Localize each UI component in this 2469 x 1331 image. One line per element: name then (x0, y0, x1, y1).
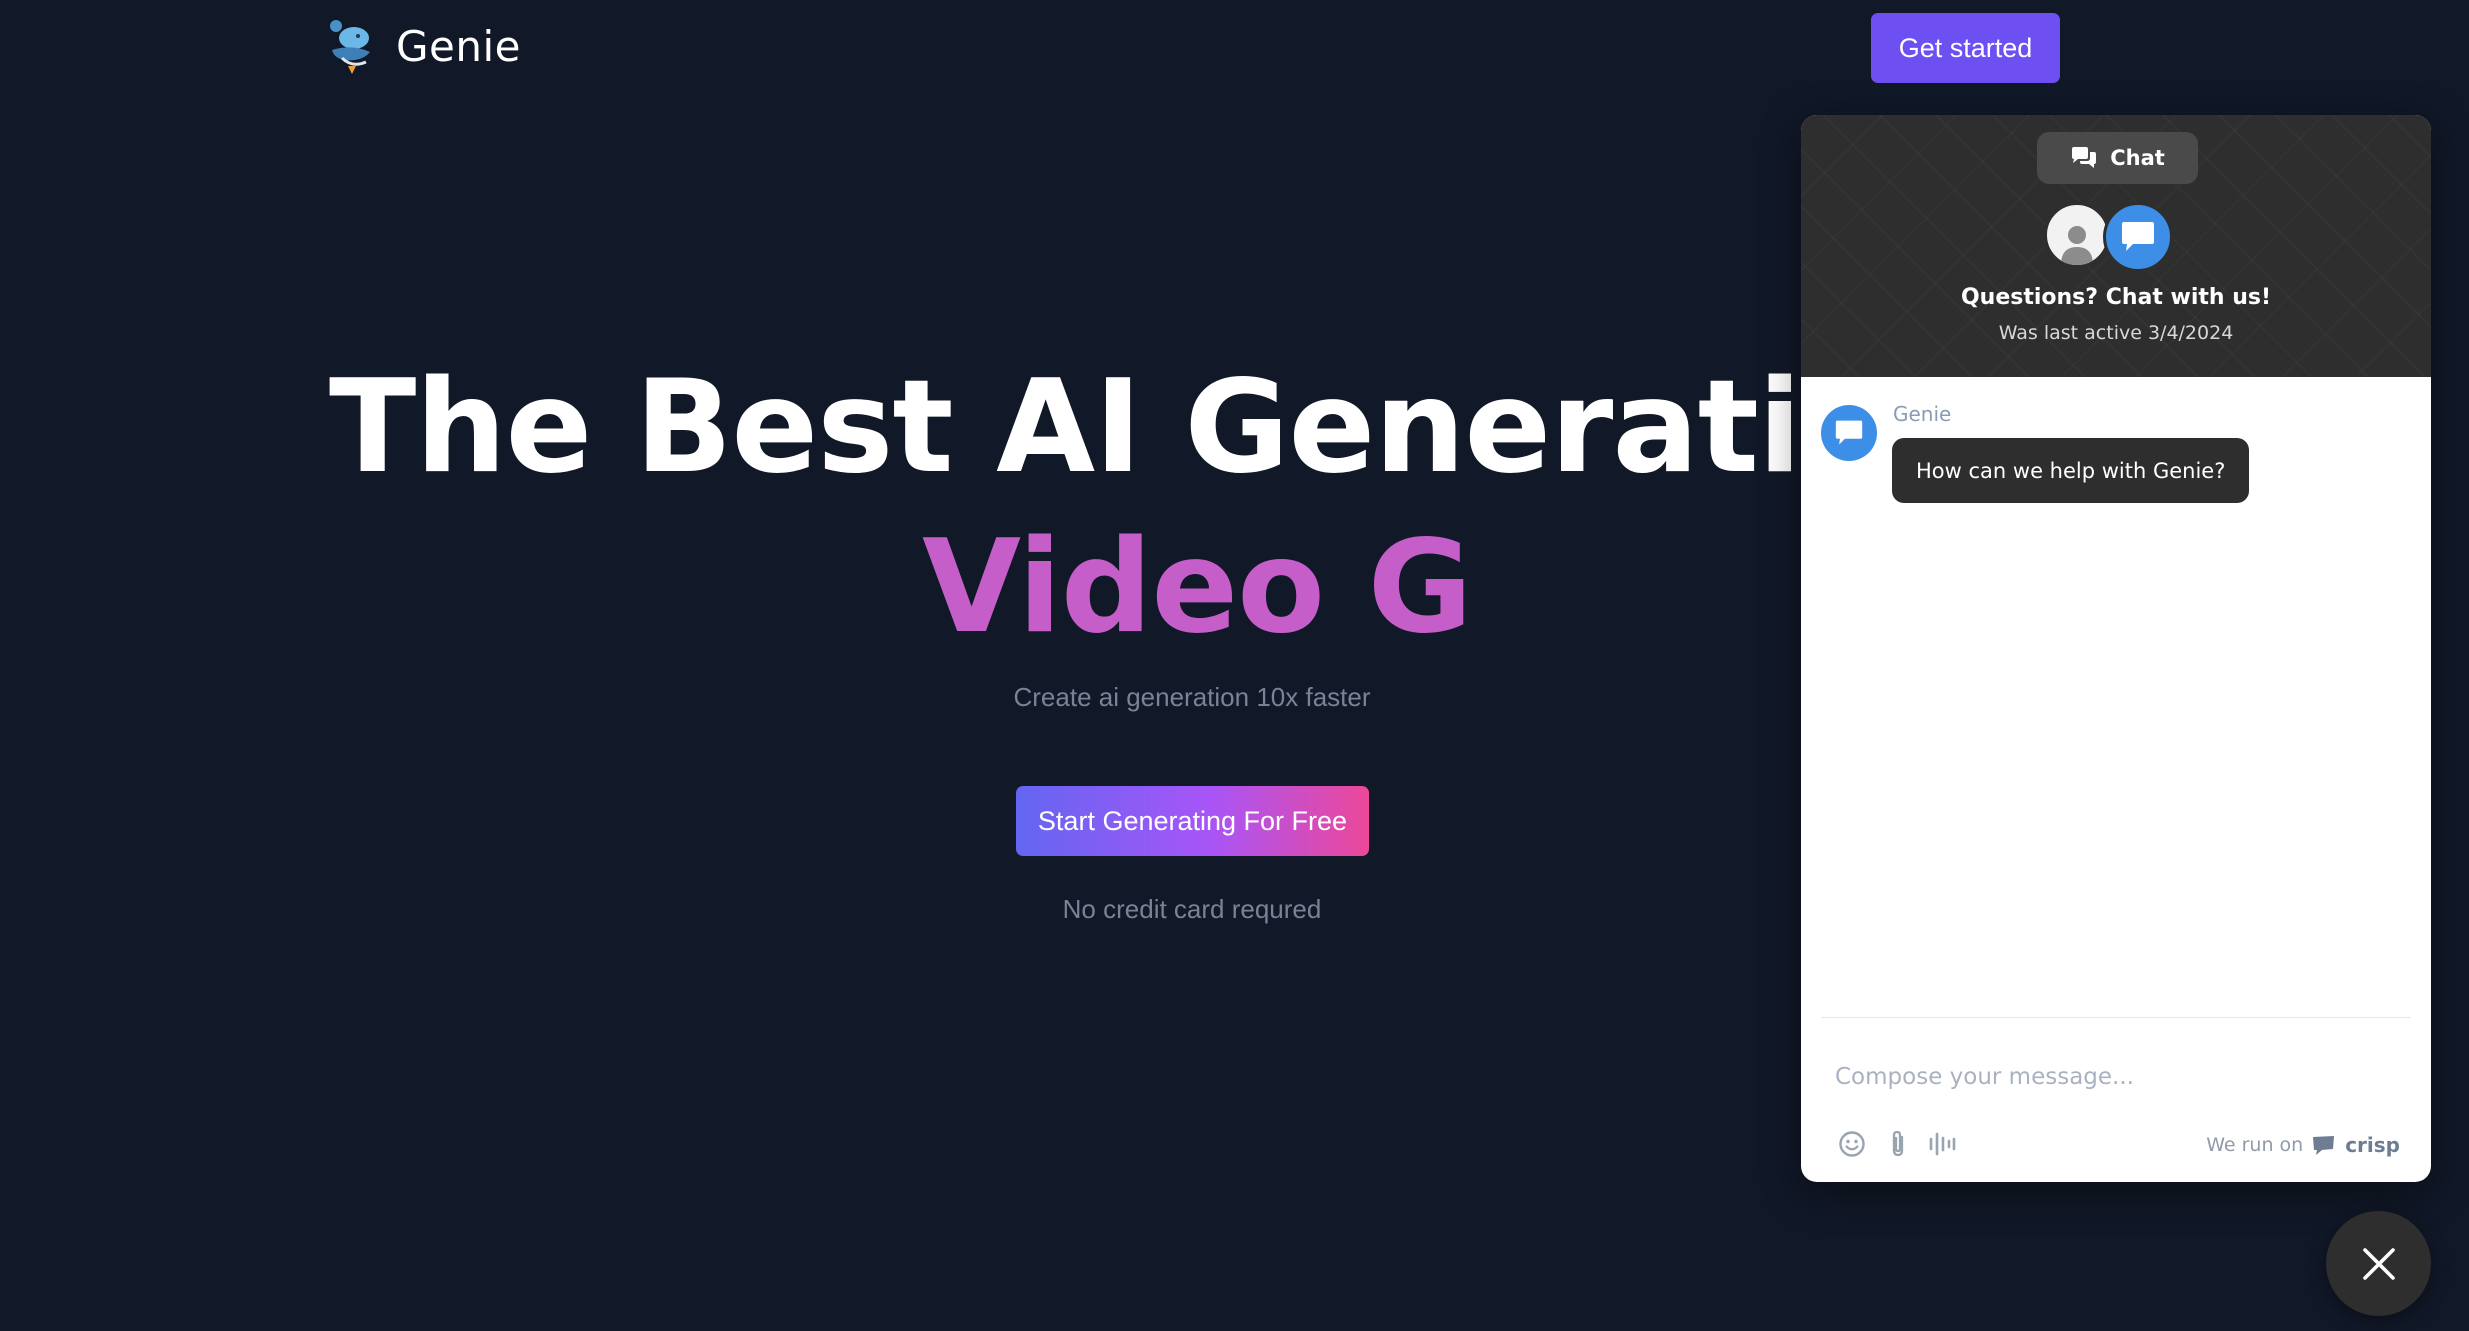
hero-title-line2: Video G (922, 513, 1473, 662)
operator-avatar (2044, 202, 2110, 268)
chat-widget: Chat Questions? Chat with us! Was last a… (1801, 115, 2431, 1182)
chat-header: Chat Questions? Chat with us! Was last a… (1801, 115, 2431, 377)
emoji-icon[interactable] (1835, 1127, 1869, 1161)
user-silhouette-icon (2061, 226, 2093, 265)
message-icon (2122, 222, 2154, 251)
message-icon (1835, 420, 1863, 445)
chat-tab[interactable]: Chat (2037, 132, 2198, 184)
compose-divider (1821, 1017, 2411, 1018)
compose-message-input[interactable] (1835, 1047, 2395, 1107)
message-sender-avatar (1821, 405, 1877, 461)
message-sender-name: Genie (1893, 402, 1952, 426)
attachment-icon[interactable] (1881, 1127, 1915, 1161)
chat-last-active: Was last active 3/4/2024 (1998, 322, 2234, 344)
message-bubble: How can we help with Genie? (1892, 438, 2250, 503)
start-generating-button[interactable]: Start Generating For Free (1016, 786, 1369, 856)
chat-title: Questions? Chat with us! (1960, 285, 2272, 310)
audio-icon[interactable] (1925, 1127, 1959, 1161)
brand-name: Genie (396, 21, 522, 71)
close-icon (2362, 1247, 2395, 1280)
crisp-logo-icon (2313, 1136, 2335, 1155)
powered-by-prefix: We run on (2206, 1134, 2304, 1156)
genie-lamp-icon (330, 20, 370, 74)
chat-bubbles-icon (2072, 147, 2097, 168)
get-started-button[interactable]: Get started (1871, 13, 2060, 83)
powered-by-crisp[interactable]: We run on crisp (2206, 1130, 2400, 1160)
powered-by-brand: crisp (2345, 1133, 2400, 1157)
brand-logo[interactable]: Genie (322, 16, 521, 76)
close-chat-button[interactable] (2326, 1211, 2431, 1316)
chat-tab-label: Chat (2110, 146, 2165, 170)
bot-avatar (2103, 202, 2173, 272)
